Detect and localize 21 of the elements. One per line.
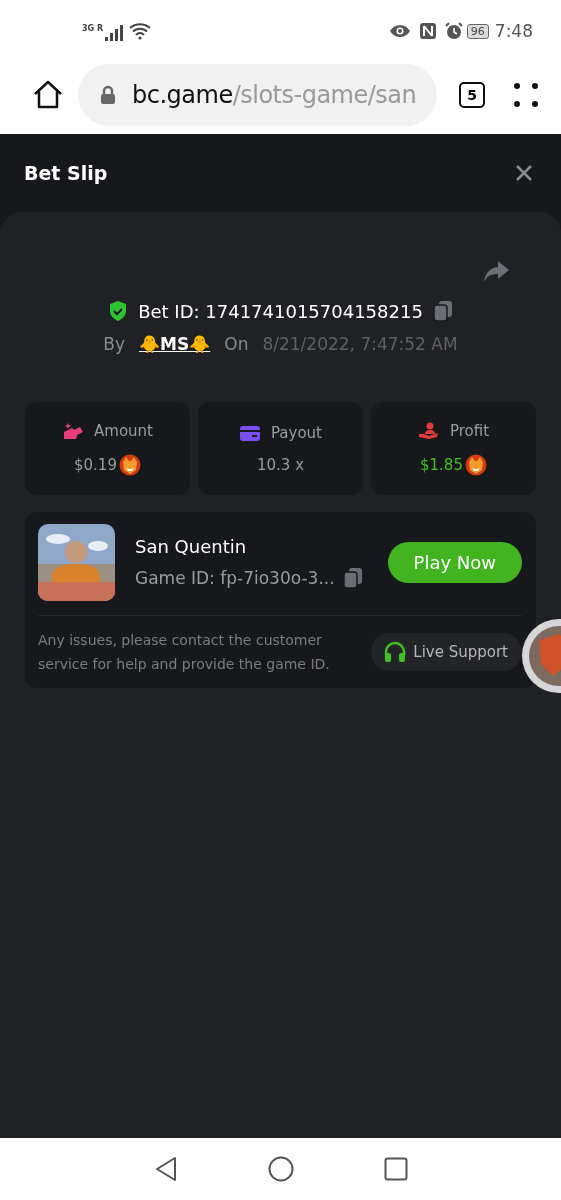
- game-id: Game ID: fp-7io30o-3...: [135, 568, 335, 588]
- bet-id: Bet ID: 1741741015704158215: [138, 300, 423, 322]
- bet-date: 8/21/2022, 7:47:52 AM: [262, 334, 458, 354]
- stat-value: $0.19: [74, 455, 117, 474]
- battery-level: 96: [466, 23, 489, 39]
- stat-label: Amount: [94, 421, 153, 440]
- stat-label: Payout: [271, 423, 322, 442]
- on-label: On: [224, 334, 249, 354]
- tab-count-button[interactable]: 5: [459, 82, 485, 108]
- game-name: San Quentin: [135, 536, 248, 557]
- support-note: Any issues, please contact the customer service for help and provide the game ID.: [38, 631, 331, 674]
- by-label: By: [103, 334, 126, 354]
- clock-time: 7:48: [494, 21, 533, 41]
- network-label: 3G R: [82, 24, 104, 33]
- stat-value: 10.3 x: [256, 455, 304, 474]
- panel-title: Bet Slip: [24, 162, 108, 184]
- stat-label: Profit: [449, 421, 490, 440]
- user-link[interactable]: 🐥MS🐥: [139, 334, 211, 354]
- address-bar[interactable]: bc.game/slots-game/san: [78, 64, 437, 126]
- stat-value: $1.85: [420, 455, 463, 474]
- live-support-button[interactable]: Live Support: [371, 633, 522, 671]
